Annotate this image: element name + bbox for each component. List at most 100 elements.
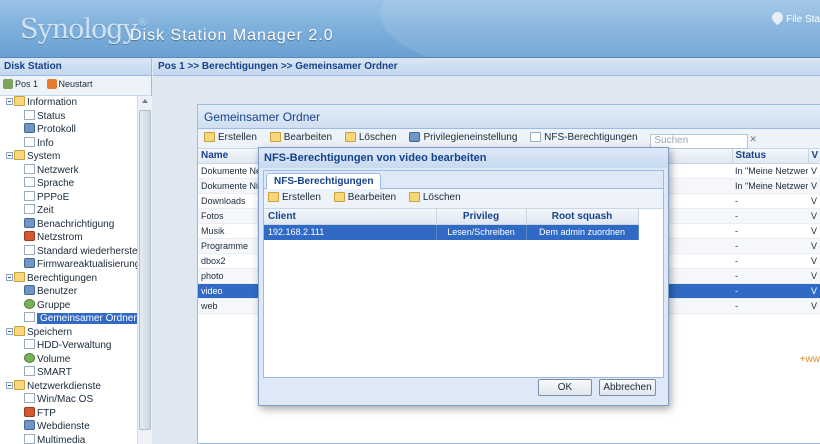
sidebar-item[interactable]: Webdienste (0, 420, 137, 434)
clear-search-icon[interactable]: ✕ (749, 134, 759, 144)
collapse-toggle-icon[interactable] (6, 273, 13, 281)
cell-extra: V (808, 223, 820, 239)
create-button[interactable]: Erstellen (204, 132, 257, 143)
folder-icon (14, 150, 25, 160)
cell-privilege: Lesen/Schreiben (436, 224, 527, 240)
column-status-header[interactable]: Status (732, 149, 809, 164)
sidebar-item-label: Benachrichtigung (37, 218, 115, 230)
sidebar: Disk Station Pos 1 Neustart Information S… (0, 58, 152, 444)
sidebar-item[interactable]: Information (0, 96, 137, 110)
tab-nfs-permissions[interactable]: NFS-Berechtigungen (266, 173, 382, 189)
sidebar-item[interactable]: Berechtigungen (0, 271, 137, 286)
nfs-rules-table: Client Privileg Root squash 192.168.2.11… (264, 209, 639, 240)
dialog-buttons: OK Abbrechen (534, 379, 656, 396)
sidebar-item[interactable]: Gemeinsamer Ordner (0, 312, 137, 326)
nfs-permissions-button[interactable]: NFS-Berechtigungen (530, 132, 638, 143)
sidebar-item[interactable]: Protokoll (0, 123, 137, 137)
breadcrumb: Pos 1 >> Berechtigungen >> Gemeinsamer O… (153, 58, 820, 76)
hdd-icon (24, 366, 35, 376)
cell-client: 192.168.2.111 (264, 224, 437, 240)
sidebar-item[interactable]: Multimedia (0, 433, 137, 444)
cell-extra: V (808, 268, 820, 284)
file-station-link[interactable]: File Sta (769, 9, 820, 26)
page-icon (24, 136, 35, 147)
sidebar-item-label: Zeit (37, 205, 54, 216)
collapse-toggle-icon[interactable] (6, 98, 13, 105)
dialog-title: NFS-Berechtigungen von video bearbeiten (259, 148, 668, 168)
sidebar-item[interactable]: Benutzer (0, 285, 137, 299)
sidebar-item[interactable]: HDD-Verwaltung (0, 339, 137, 353)
cell-status: In "Meine Netzwerk (732, 163, 808, 179)
sidebar-item[interactable]: Volume (0, 352, 137, 367)
sidebar-item[interactable]: Speichern (0, 325, 137, 340)
nfs-permissions-dialog: NFS-Berechtigungen von video bearbeiten … (258, 147, 669, 406)
page-icon (24, 393, 35, 403)
column-extra-header[interactable]: V (808, 149, 820, 164)
sidebar-item[interactable]: Win/Mac OS (0, 393, 137, 407)
sidebar-item[interactable]: SMART (0, 366, 137, 380)
ftp-icon (24, 406, 35, 417)
sidebar-item[interactable]: Zeit (0, 204, 137, 218)
notification-icon (24, 217, 35, 228)
sidebar-item-label: Gruppe (37, 299, 71, 311)
dialog-toolbar: Erstellen Bearbeiten Löschen (264, 189, 663, 209)
sidebar-item[interactable]: Info (0, 136, 137, 151)
collapse-toggle-icon[interactable] (6, 381, 13, 389)
dialog-delete-button[interactable]: Löschen (408, 192, 461, 203)
group-icon (24, 298, 35, 309)
sidebar-item[interactable]: Firmwareaktualisierung (0, 258, 137, 272)
sidebar-item[interactable]: Gruppe (0, 298, 137, 313)
sidebar-scrollbar[interactable] (137, 96, 152, 444)
sidebar-item[interactable]: Netzwerk (0, 163, 137, 178)
sidebar-item[interactable]: PPPoE (0, 190, 137, 205)
banner-swoosh (380, 0, 820, 57)
cell-extra: V (808, 178, 820, 194)
sidebar-item-label: Netzstrom (37, 232, 83, 243)
column-root-squash-header[interactable]: Root squash (526, 209, 639, 225)
dialog-edit-button[interactable]: Bearbeiten (333, 192, 396, 203)
sidebar-item[interactable]: Sprache (0, 177, 137, 191)
sidebar-item[interactable]: Standard wiederherstell (0, 244, 137, 259)
nfs-icon (530, 132, 542, 142)
privileges-button[interactable]: Privilegieneinstellung (409, 132, 517, 143)
volume-icon (24, 352, 35, 363)
cell-extra: V (808, 283, 820, 299)
cell-status: - (732, 193, 808, 209)
scroll-up-icon[interactable] (142, 99, 148, 103)
restart-button[interactable]: Neustart (46, 79, 93, 89)
web-icon (24, 420, 35, 430)
page-icon (24, 244, 35, 255)
sidebar-item[interactable]: Benachrichtigung (0, 217, 137, 232)
folder-icon (14, 379, 25, 390)
home-button[interactable]: Pos 1 (3, 79, 38, 89)
sidebar-item-label: Netzwerk (37, 164, 79, 176)
page-icon (24, 163, 35, 174)
scrollbar-thumb[interactable] (139, 110, 151, 430)
dialog-create-button[interactable]: Erstellen (268, 192, 321, 203)
sidebar-item-label: Firmwareaktualisierung (37, 259, 137, 270)
cell-extra: V (808, 163, 820, 179)
plus-link[interactable]: +ww (800, 354, 820, 365)
sidebar-item[interactable]: Netzwerkdienste (0, 379, 137, 394)
sidebar-item[interactable]: Status (0, 109, 137, 124)
collapse-toggle-icon[interactable] (6, 152, 13, 159)
delete-icon (408, 192, 420, 202)
sidebar-item-label: Status (37, 110, 66, 122)
cancel-button[interactable]: Abbrechen (599, 379, 656, 396)
sidebar-item-label: Benutzer (37, 286, 78, 297)
sidebar-item-label: Gemeinsamer Ordner (37, 313, 137, 324)
page-icon (24, 177, 35, 187)
sidebar-item[interactable]: Netzstrom (0, 231, 137, 245)
collapse-toggle-icon[interactable] (6, 327, 13, 335)
table-row[interactable]: 192.168.2.111 Lesen/Schreiben Dem admin zu… (264, 224, 639, 240)
delete-button[interactable]: Löschen (344, 132, 397, 143)
ok-button[interactable]: OK (537, 379, 592, 396)
restart-icon (46, 79, 57, 89)
sidebar-item[interactable]: FTP (0, 406, 137, 421)
sidebar-item[interactable]: System (0, 150, 137, 164)
column-privilege-header[interactable]: Privileg (436, 209, 527, 225)
edit-button[interactable]: Bearbeiten (269, 132, 332, 143)
sidebar-item-label: FTP (37, 407, 56, 419)
column-client-header[interactable]: Client (264, 209, 437, 225)
user-icon (24, 285, 35, 295)
